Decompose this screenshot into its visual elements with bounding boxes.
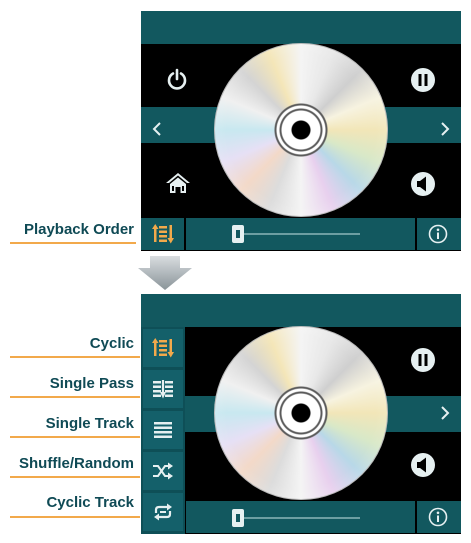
player-top: [141, 11, 461, 251]
volume-button[interactable]: [407, 449, 439, 481]
cyclic-track-icon: [154, 503, 172, 521]
label-underline: [10, 356, 140, 358]
home-button[interactable]: [163, 170, 193, 196]
title-bar: [141, 294, 461, 327]
cd-disc: [214, 43, 388, 217]
playback-order-label: Playback Order: [23, 221, 134, 238]
seek-thumb[interactable]: [232, 225, 244, 243]
seek-track[interactable]: [236, 517, 360, 519]
label-cyclic-track: Cyclic Track: [46, 494, 134, 511]
bar-divider: [415, 501, 417, 533]
label-underline: [10, 436, 140, 438]
label-cyclic: Cyclic: [89, 335, 134, 352]
pause-button[interactable]: [407, 344, 439, 376]
info-icon: [428, 224, 448, 244]
chevron-right-icon: [441, 406, 450, 420]
power-button[interactable]: [161, 65, 193, 95]
player-bottom: [141, 294, 461, 534]
label-single-track: Single Track: [45, 415, 134, 432]
volume-button[interactable]: [407, 168, 439, 200]
down-arrow-icon: [136, 256, 194, 297]
bar-divider: [184, 218, 186, 250]
chevron-left-icon: [152, 122, 161, 136]
order-option-single-track[interactable]: [143, 411, 183, 449]
order-option-cyclic-track[interactable]: [143, 493, 183, 531]
cyclic-icon: [152, 224, 174, 244]
single-track-icon: [154, 422, 172, 438]
cyclic-icon: [152, 338, 174, 358]
label-underline: [10, 516, 140, 518]
label-shuffle-random: Shuffle/Random: [19, 455, 134, 472]
order-option-shuffle[interactable]: [143, 452, 183, 490]
order-option-cyclic[interactable]: [143, 329, 183, 367]
pause-icon: [411, 348, 435, 372]
label-single-pass: Single Pass: [49, 375, 134, 392]
pause-icon: [411, 68, 435, 92]
info-button[interactable]: [423, 504, 453, 530]
label-underline: [10, 476, 140, 478]
pause-button[interactable]: [407, 64, 439, 96]
power-icon: [167, 68, 187, 90]
next-button[interactable]: [433, 117, 457, 141]
seek-track[interactable]: [236, 233, 360, 235]
control-bar: [141, 501, 461, 533]
order-option-single-pass[interactable]: [143, 370, 183, 408]
control-bar: [141, 218, 461, 250]
info-button[interactable]: [423, 221, 453, 247]
previous-button[interactable]: [145, 117, 169, 141]
label-underline: [10, 396, 140, 398]
chevron-right-icon: [441, 122, 450, 136]
home-icon: [166, 173, 190, 193]
speaker-icon: [411, 453, 435, 477]
seek-thumb[interactable]: [232, 509, 244, 527]
title-bar: [141, 11, 461, 44]
shuffle-icon: [153, 462, 173, 480]
speaker-icon: [411, 172, 435, 196]
label-underline: [10, 242, 136, 244]
playback-order-menu: [141, 327, 185, 534]
info-icon: [428, 507, 448, 527]
bar-divider: [415, 218, 417, 250]
playback-order-button[interactable]: [143, 218, 183, 250]
cd-disc: [214, 326, 388, 500]
next-button[interactable]: [433, 401, 457, 425]
single-pass-icon: [153, 380, 173, 399]
